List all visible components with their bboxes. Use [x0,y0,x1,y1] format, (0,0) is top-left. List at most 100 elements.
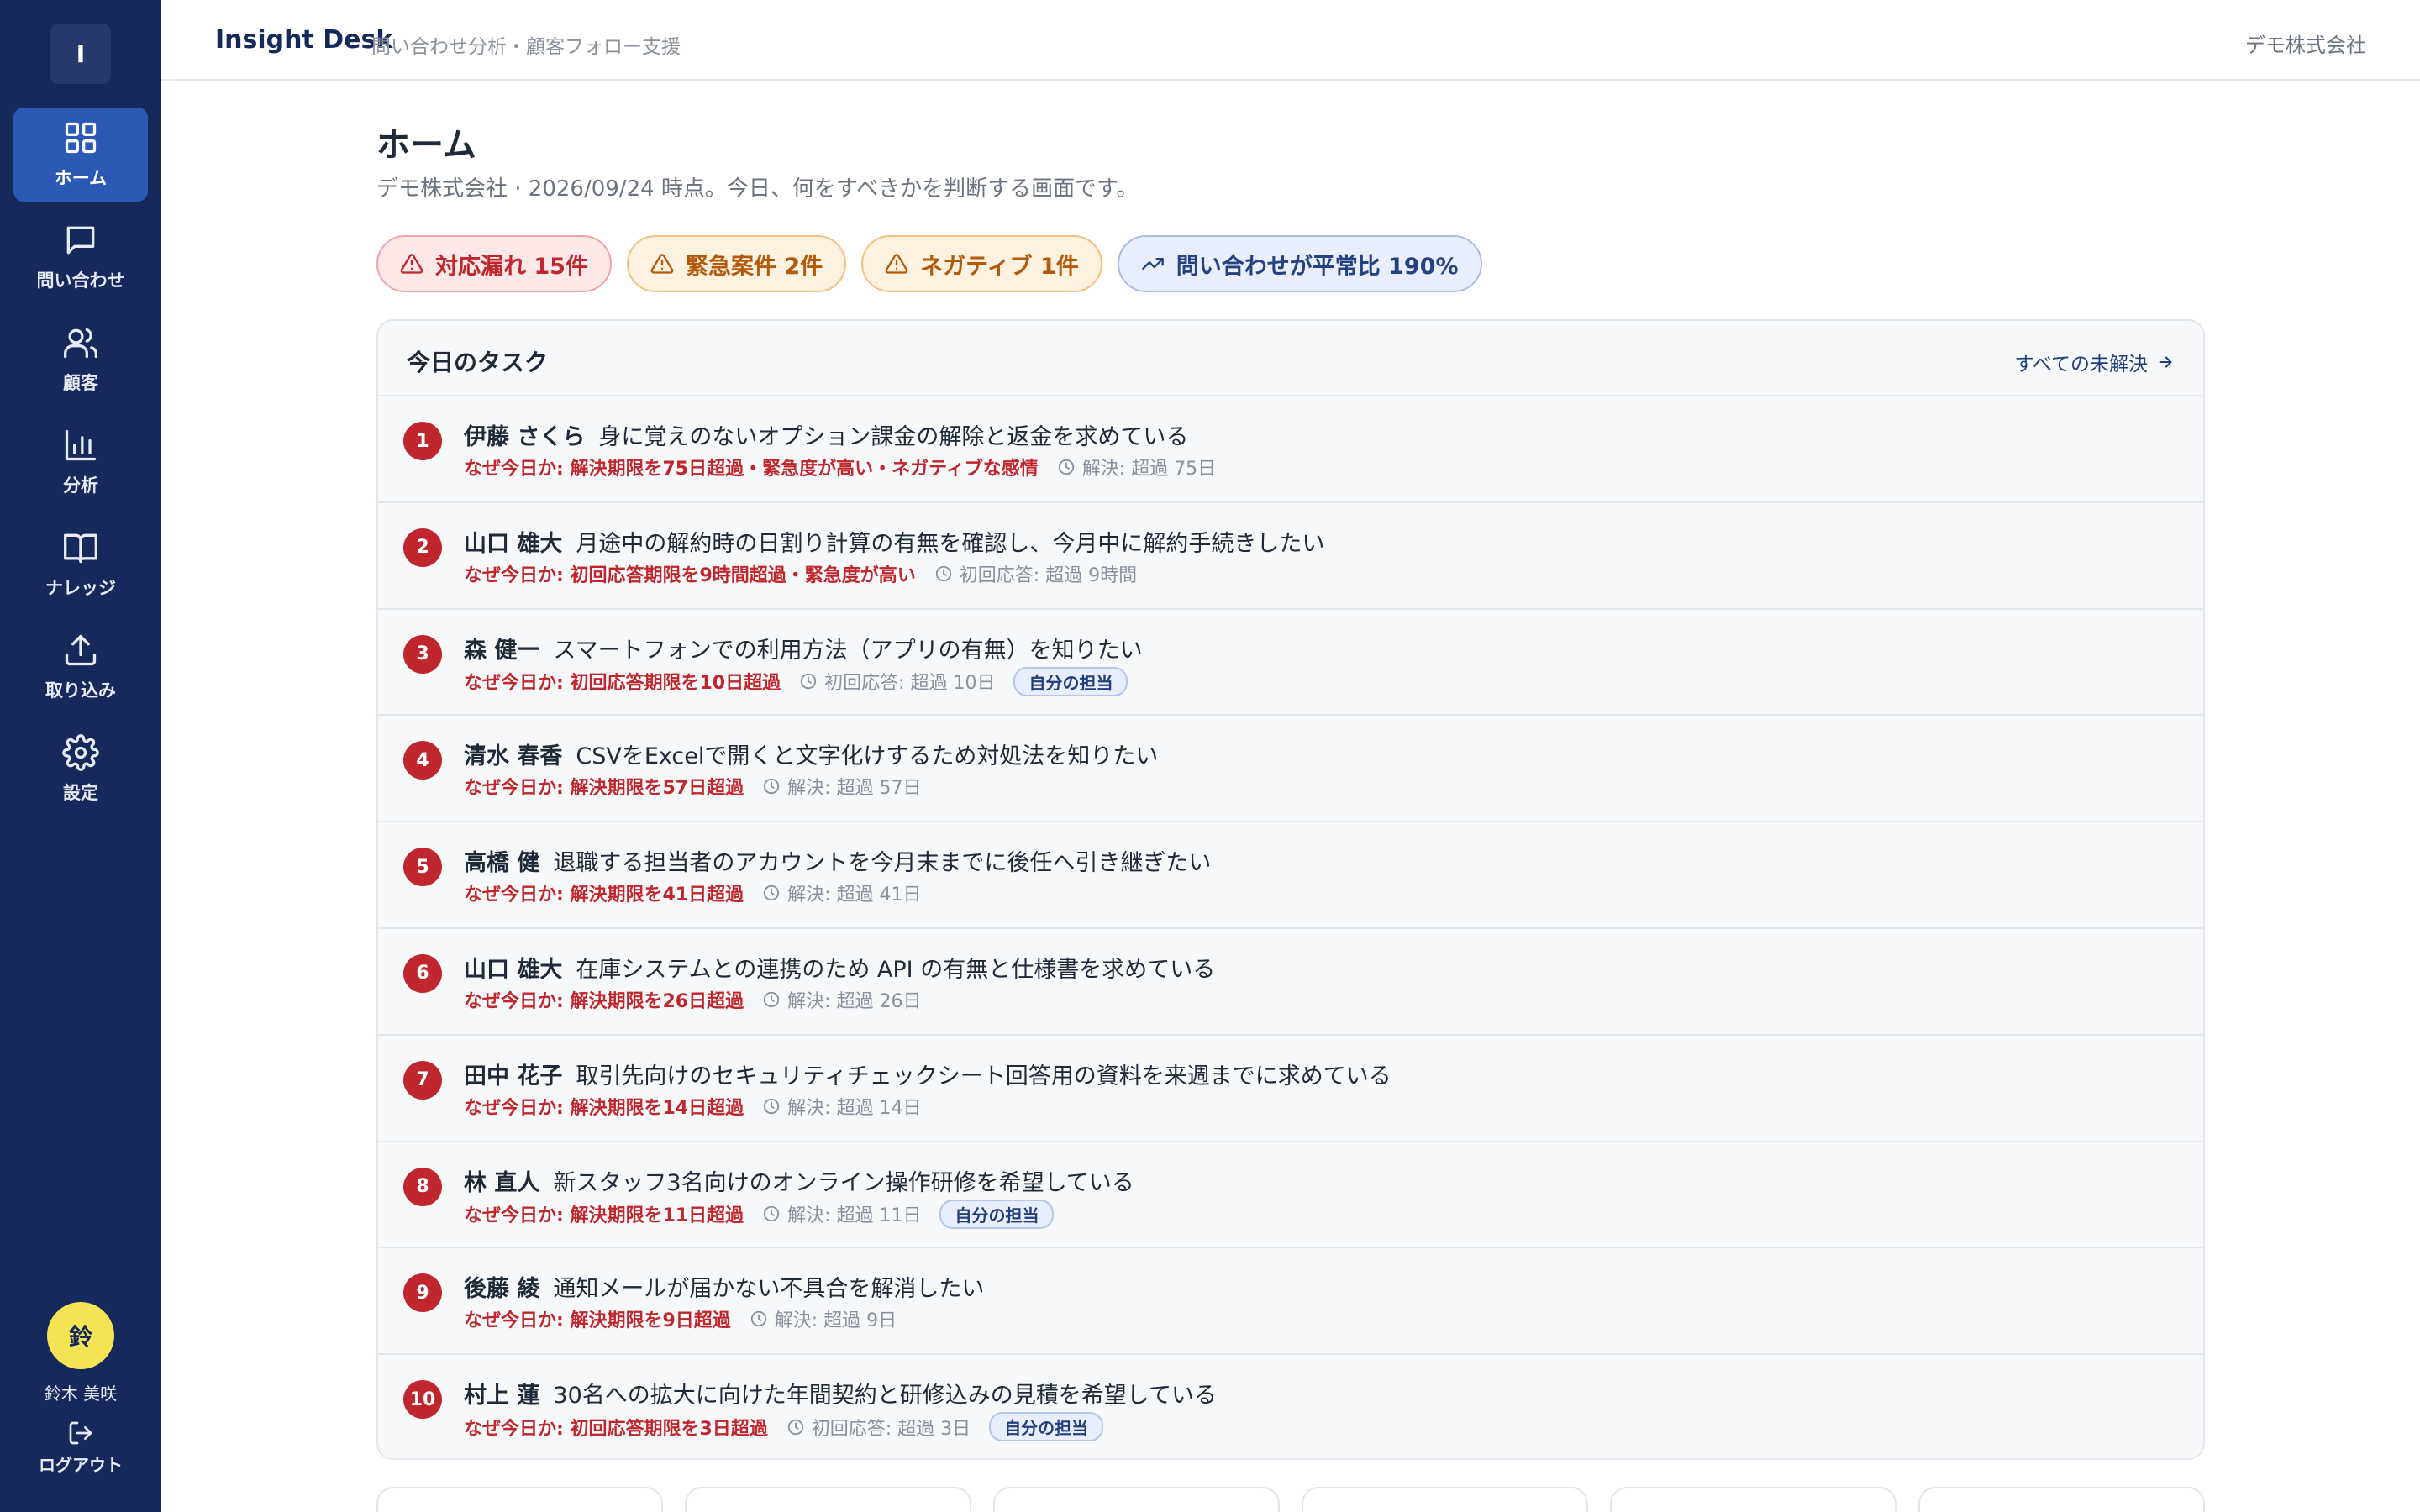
task-row[interactable]: 2 山口 雄大 月途中の解約時の日割り計算の有無を確認し、今月中に解約手続きしたいな… [378,502,2203,610]
alert-chip-missed[interactable]: 対応漏れ 15件 [376,235,612,292]
alert-chip-label: 対応漏れ 15件 [435,253,588,280]
alert-chip-volume[interactable]: 問い合わせが平常比 190% [1117,235,1482,292]
task-summary: 身に覚えのないオプション課金の解除と返金を求めている [598,424,1189,450]
task-row[interactable]: 6 山口 雄大 在庫システムとの連携のため API の有無と仕様書を求めている なぜ今… [378,928,2203,1036]
task-reason: なぜ今日か: 解決期限を11日超過 [464,1205,744,1227]
task-reason: なぜ今日か: 解決期限を26日超過 [464,990,744,1012]
upload-icon [65,634,97,666]
users-icon [64,328,97,359]
app-logo[interactable]: I [50,24,111,84]
task-title-line: 森 健一 スマートフォンでの利用方法（アプリの有無）を知りたい [464,632,1143,664]
trending-up-icon [1141,258,1164,270]
sidebar-item-label: 顧客 [63,373,98,393]
customer-name[interactable]: 清水 春香 [464,743,562,769]
task-title-line: 清水 春香 CSVをExcelで開くと文字化けするため対処法を知りたい [464,738,1158,770]
task-summary: 退職する担当者のアカウントを今月末までに後任へ引き継ぎたい [553,850,1212,877]
task-detail-line: なぜ今日か: 解決期限を11日超過 解決: 超過 11日 自分の担当 [464,1199,1055,1229]
company-name: デモ株式会社 [2245,34,2366,57]
task-deadline-text: 解決: 超過 14日 [787,1097,922,1119]
task-deadline-text: 初回応答: 超過 9時間 [959,564,1138,586]
task-detail-line: なぜ今日か: 初回応答期限を10日超過 初回応答: 超過 10日 自分の担当 [464,666,1128,696]
task-reason: なぜ今日か: 解決期限を41日超過 [464,885,744,906]
customer-name[interactable]: 山口 雄大 [464,531,562,557]
summary-card[interactable] [685,1487,971,1512]
clock-icon [763,991,780,1008]
task-summary: 通知メールが届かない不具合を解消したい [553,1276,985,1303]
customer-name[interactable]: 田中 花子 [464,1063,562,1089]
brand-tagline: 問い合わせ分析・顧客フォロー支援 [371,36,681,58]
customer-name[interactable]: 後藤 綾 [464,1276,539,1302]
task-summary: 30名への拡大に向けた年間契約と研修込みの見積を希望している [553,1383,1217,1410]
task-summary: CSVをExcelで開くと文字化けするため対処法を知りたい [576,743,1159,770]
customer-name[interactable]: 山口 雄大 [464,957,562,983]
task-row[interactable]: 8 林 直人 新スタッフ3名向けのオンライン操作研修を希望している なぜ今日か: 解決… [378,1142,2203,1249]
avatar[interactable]: 鈴 [47,1302,114,1369]
task-title-line: 林 直人 新スタッフ3名向けのオンライン操作研修を希望している [464,1164,1134,1197]
brand-name[interactable]: Insight Desk [215,25,392,55]
sidebar-item-label: ナレッジ [45,578,116,598]
summary-card[interactable] [1610,1487,1897,1512]
task-rank-badge: 7 [403,1060,442,1100]
task-deadline: 初回応答: 超過 3日 [786,1414,971,1441]
user-name: 鈴木 美咲 [44,1383,118,1404]
summary-card[interactable] [1302,1487,1588,1512]
customer-name[interactable]: 森 健一 [464,638,539,664]
task-summary: 新スタッフ3名向けのオンライン操作研修を希望している [553,1169,1134,1196]
customer-name[interactable]: 村上 蓮 [464,1383,539,1409]
sidebar-item-customers[interactable]: 顧客 [13,312,148,407]
summary-card[interactable] [993,1487,1280,1512]
task-row[interactable]: 9 後藤 綾通知メールが届かない不具合を解消したいなぜ今日か: 解決期限を9日超過… [378,1248,2203,1356]
task-deadline: 解決: 超過 75日 [1057,454,1216,480]
customer-name[interactable]: 林 直人 [464,1170,539,1196]
task-row[interactable]: 5 高橋 健退職する担当者のアカウントを今月末までに後任へ引き継ぎたいなぜ今日か:… [378,822,2203,929]
task-row[interactable]: 4 清水 春香 CSVをExcelで開くと文字化けするため対処法を知りたい なぜ今日か… [378,716,2203,823]
task-summary: スマートフォンでの利用方法（アプリの有無）を知りたい [553,637,1143,664]
task-reason: なぜ今日か: 解決期限を14日超過 [464,1097,744,1119]
sidebar-item-knowledge[interactable]: ナレッジ [13,517,148,612]
task-reason: なぜ今日か: 解決期限を9日超過 [464,1310,731,1332]
customer-name[interactable]: 高橋 健 [464,850,539,876]
book-icon [64,533,97,564]
page-subtitle: デモ株式会社 · 2026/09/24 時点。今日、何をすべきかを判断する画面で… [376,176,1139,202]
sidebar-item-inquiries[interactable]: 問い合わせ [13,210,148,304]
task-title-line: 山口 雄大 在庫システムとの連携のため API の有無と仕様書を求めている [464,951,1215,984]
task-row[interactable]: 3 森 健一 スマートフォンでの利用方法（アプリの有無）を知りたい なぜ今日か: 初回… [378,609,2203,717]
logout-button[interactable]: ログアウト [0,1420,161,1476]
task-reason: なぜ今日か: 初回応答期限を10日超過 [464,673,781,695]
task-summary: 在庫システムとの連携のため API の有無と仕様書を求めている [576,956,1216,983]
alert-chip-label: 問い合わせが平常比 190% [1176,253,1459,280]
sidebar-item-import[interactable]: 取り込み [13,620,148,714]
clock-icon [787,1419,803,1435]
top-bar: Insight Desk 問い合わせ分析・顧客フォロー支援 デモ株式会社 [161,0,2420,81]
customer-name[interactable]: 伊藤 さくら [464,424,585,450]
warning-icon [650,254,674,274]
view-all-unresolved-link[interactable]: すべての未解決 [2015,348,2175,376]
task-reason: なぜ今日か: 初回応答期限を3日超過 [464,1418,768,1440]
task-title-line: 田中 花子 取引先向けのセキュリティチェックシート回答用の資料を来週までに求めてい… [464,1058,1392,1090]
task-detail-line: なぜ今日か: 解決期限を14日超過 解決: 超過 14日 [464,1093,921,1120]
task-rank-badge: 9 [403,1273,442,1313]
task-title-line: 村上 蓮 30名への拡大に向けた年間契約と研修込みの見積を希望している [464,1377,1217,1410]
task-deadline-text: 初回応答: 超過 3日 [811,1418,971,1440]
task-deadline: 解決: 超過 57日 [762,773,921,800]
task-row[interactable]: 7 田中 花子 取引先向けのセキュリティチェックシート回答用の資料を来週までに求めて… [378,1035,2203,1142]
task-deadline-text: 解決: 超過 57日 [787,778,922,800]
task-row[interactable]: 1 伊藤 さくら 身に覚えのないオプション課金の解除と返金を求めている なぜ今日か: … [378,396,2203,503]
logout-icon [69,1421,92,1445]
alert-chip-urgent[interactable]: 緊急案件 2件 [626,235,847,292]
summary-card[interactable] [376,1487,663,1512]
task-title-line: 山口 雄大 月途中の解約時の日割り計算の有無を確認し、今月中に解約手続きしたい [464,525,1324,558]
clock-icon [750,1311,766,1327]
summary-card[interactable] [1918,1487,2205,1512]
sidebar-item-label: ホーム [54,168,108,188]
task-deadline-text: 解決: 超過 11日 [787,1205,922,1227]
task-rank-badge: 5 [403,848,442,887]
sidebar-item-settings[interactable]: 設定 [13,722,148,816]
task-rank-badge: 10 [403,1380,442,1420]
sidebar-item-analytics[interactable]: 分析 [13,415,148,509]
sidebar: I ホーム 問い合わせ 顧客 分析 ナレッジ 取り込み 設定 鈴 鈴木 美咲 ロ… [0,0,161,1512]
sidebar-item-home[interactable]: ホーム [13,108,148,202]
clock-icon [763,885,780,901]
alert-chip-negative[interactable]: ネガティブ 1件 [861,235,1102,292]
task-row[interactable]: 10 村上 蓮 30名への拡大に向けた年間契約と研修込みの見積を希望しているなぜ今日… [378,1355,2203,1458]
